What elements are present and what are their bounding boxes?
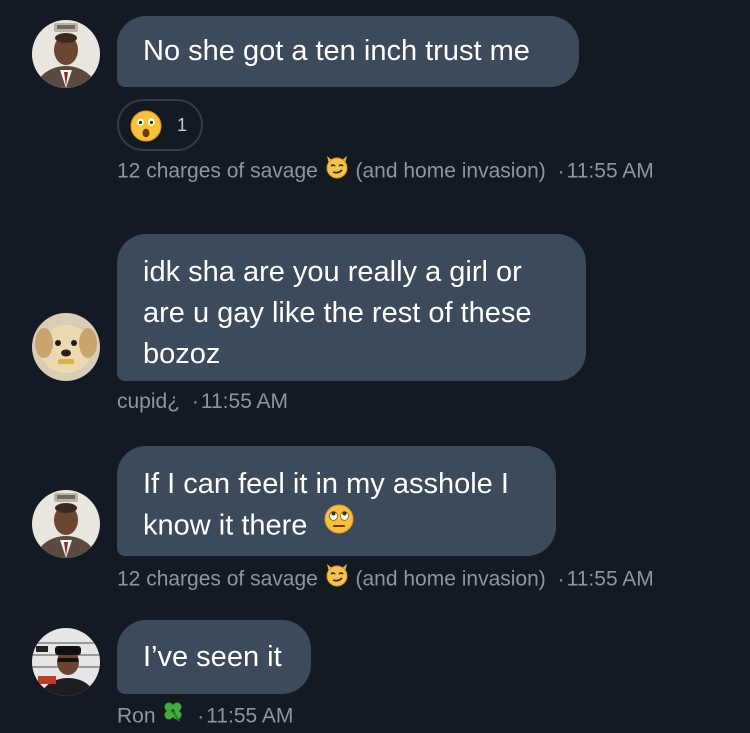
message-text-line: idk sha are you really a girl or [143, 256, 522, 288]
message-meta: Ron ·11:55 AM [117, 701, 293, 733]
reaction-count: 1 [177, 115, 188, 135]
smirking-cat-icon [324, 561, 350, 595]
sender-name[interactable]: 12 charges of savage [117, 568, 318, 591]
four-leaf-clover-icon [161, 699, 185, 731]
avatar-cupid[interactable] [32, 313, 100, 381]
message-text: No she got a ten inch trust me [143, 35, 530, 67]
avatar-ron[interactable] [32, 628, 100, 696]
sender-suffix: (and home invasion) [355, 159, 546, 183]
sender-name[interactable]: cupid¿ [117, 390, 180, 413]
smirking-cat-icon [324, 153, 350, 187]
message-text-line: know it there [143, 509, 308, 542]
timestamp: 11:55 AM [200, 390, 289, 413]
message-bubble[interactable]: I’ve seen it [117, 620, 311, 694]
message-text-line: If I can feel it in my asshole I [143, 468, 509, 500]
message-meta: cupid¿ ·11:55 AM [117, 390, 289, 413]
timestamp: 11:55 AM [206, 704, 294, 728]
reaction-pill[interactable]: 1 [117, 99, 203, 151]
message-bubble[interactable]: idk sha are you really a girl or are u g… [117, 234, 586, 381]
message-text-line: are u gay like the rest of these [143, 297, 532, 329]
sender-name[interactable]: 12 charges of savage [117, 160, 318, 183]
message-bubble[interactable]: If I can feel it in my asshole I know it… [117, 446, 556, 556]
astonished-face-icon [130, 110, 162, 142]
sender-suffix: (and home invasion) [355, 567, 546, 591]
sender-name[interactable]: Ron [117, 705, 156, 728]
avatar-savage[interactable] [32, 490, 100, 558]
message-meta: 12 charges of savage (and home invasion)… [117, 563, 654, 597]
face-with-rolling-eyes-icon [323, 503, 355, 547]
message-text-line: bozoz [143, 338, 221, 370]
timestamp: 11:55 AM [566, 567, 654, 591]
avatar-savage[interactable] [32, 20, 100, 88]
chat-thread: No she got a ten inch trust me 1 12 char… [0, 0, 750, 733]
message-text: I’ve seen it [143, 641, 282, 673]
timestamp: 11:55 AM [566, 159, 654, 183]
message-bubble[interactable]: No she got a ten inch trust me [117, 16, 579, 87]
message-meta: 12 charges of savage (and home invasion)… [117, 155, 654, 189]
